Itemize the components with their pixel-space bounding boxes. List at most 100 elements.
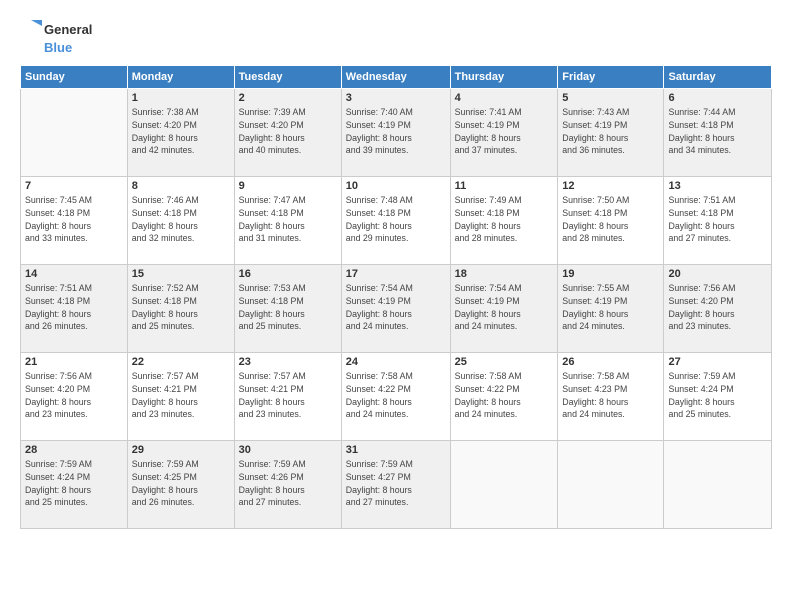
day-info: Sunrise: 7:56 AMSunset: 4:20 PMDaylight:… — [668, 282, 767, 333]
day-number: 16 — [239, 268, 337, 280]
day-number: 20 — [668, 268, 767, 280]
day-info: Sunrise: 7:48 AMSunset: 4:18 PMDaylight:… — [346, 194, 446, 245]
logo-container: General Blue — [20, 18, 92, 55]
day-info: Sunrise: 7:58 AMSunset: 4:23 PMDaylight:… — [562, 370, 659, 421]
day-number: 17 — [346, 268, 446, 280]
day-info: Sunrise: 7:54 AMSunset: 4:19 PMDaylight:… — [455, 282, 554, 333]
day-number: 22 — [132, 356, 230, 368]
day-number: 7 — [25, 180, 123, 192]
day-cell: 10Sunrise: 7:48 AMSunset: 4:18 PMDayligh… — [341, 177, 450, 265]
day-cell: 24Sunrise: 7:58 AMSunset: 4:22 PMDayligh… — [341, 353, 450, 441]
day-number: 14 — [25, 268, 123, 280]
logo-text-general: General — [44, 22, 92, 37]
day-number: 30 — [239, 444, 337, 456]
day-cell: 23Sunrise: 7:57 AMSunset: 4:21 PMDayligh… — [234, 353, 341, 441]
day-info: Sunrise: 7:39 AMSunset: 4:20 PMDaylight:… — [239, 106, 337, 157]
week-row-2: 7 Sunrise: 7:45 AMSunset: 4:18 PMDaylight… — [21, 177, 772, 265]
day-number: 1 — [132, 92, 230, 104]
day-cell: 26 Sunrise: 7:58 AMSunset: 4:23 PMDayligh… — [558, 353, 664, 441]
day-cell: 2 Sunrise: 7:39 AMSunset: 4:20 PMDaylight… — [234, 89, 341, 177]
day-info: Sunrise: 7:53 AMSunset: 4:18 PMDaylight:… — [239, 282, 337, 333]
day-info: Sunrise: 7:59 AMSunset: 4:27 PMDaylight:… — [346, 458, 446, 509]
day-number: 25 — [455, 356, 554, 368]
day-info: Sunrise: 7:51 AMSunset: 4:18 PMDaylight:… — [25, 282, 123, 333]
day-number: 18 — [455, 268, 554, 280]
day-cell: 12 Sunrise: 7:50 AMSunset: 4:18 PMDayligh… — [558, 177, 664, 265]
day-number: 26 — [562, 356, 659, 368]
day-info: Sunrise: 7:38 AMSunset: 4:20 PMDaylight:… — [132, 106, 230, 157]
day-cell: 25Sunrise: 7:58 AMSunset: 4:22 PMDayligh… — [450, 353, 558, 441]
day-cell: 1 Sunrise: 7:38 AMSunset: 4:20 PMDaylight… — [127, 89, 234, 177]
day-cell: 15 Sunrise: 7:52 AMSunset: 4:18 PMDayligh… — [127, 265, 234, 353]
day-cell: 21 Sunrise: 7:56 AMSunset: 4:20 PMDayligh… — [21, 353, 128, 441]
day-number: 6 — [668, 92, 767, 104]
day-info: Sunrise: 7:50 AMSunset: 4:18 PMDaylight:… — [562, 194, 659, 245]
day-cell: 4 Sunrise: 7:41 AMSunset: 4:19 PMDaylight… — [450, 89, 558, 177]
day-info: Sunrise: 7:44 AMSunset: 4:18 PMDaylight:… — [668, 106, 767, 157]
day-info: Sunrise: 7:56 AMSunset: 4:20 PMDaylight:… — [25, 370, 123, 421]
day-info: Sunrise: 7:59 AMSunset: 4:24 PMDaylight:… — [668, 370, 767, 421]
day-cell — [664, 441, 772, 529]
day-number: 27 — [668, 356, 767, 368]
day-cell — [558, 441, 664, 529]
day-number: 19 — [562, 268, 659, 280]
week-row-1: 1 Sunrise: 7:38 AMSunset: 4:20 PMDaylight… — [21, 89, 772, 177]
day-info: Sunrise: 7:51 AMSunset: 4:18 PMDaylight:… — [668, 194, 767, 245]
weekday-header-row: SundayMondayTuesdayWednesdayThursdayFrid… — [21, 66, 772, 89]
day-info: Sunrise: 7:41 AMSunset: 4:19 PMDaylight:… — [455, 106, 554, 157]
logo: General Blue — [20, 18, 92, 55]
day-info: Sunrise: 7:59 AMSunset: 4:26 PMDaylight:… — [239, 458, 337, 509]
day-info: Sunrise: 7:58 AMSunset: 4:22 PMDaylight:… — [346, 370, 446, 421]
weekday-header-friday: Friday — [558, 66, 664, 89]
week-row-4: 21 Sunrise: 7:56 AMSunset: 4:20 PMDayligh… — [21, 353, 772, 441]
day-number: 15 — [132, 268, 230, 280]
day-cell — [21, 89, 128, 177]
day-cell: 11Sunrise: 7:49 AMSunset: 4:18 PMDayligh… — [450, 177, 558, 265]
day-number: 29 — [132, 444, 230, 456]
day-cell: 3 Sunrise: 7:40 AMSunset: 4:19 PMDaylight… — [341, 89, 450, 177]
day-info: Sunrise: 7:59 AMSunset: 4:25 PMDaylight:… — [132, 458, 230, 509]
day-info: Sunrise: 7:45 AMSunset: 4:18 PMDaylight:… — [25, 194, 123, 245]
week-row-3: 14 Sunrise: 7:51 AMSunset: 4:18 PMDayligh… — [21, 265, 772, 353]
week-row-5: 28 Sunrise: 7:59 AMSunset: 4:24 PMDayligh… — [21, 441, 772, 529]
day-number: 21 — [25, 356, 123, 368]
day-cell: 16 Sunrise: 7:53 AMSunset: 4:18 PMDayligh… — [234, 265, 341, 353]
day-number: 5 — [562, 92, 659, 104]
day-number: 11 — [455, 180, 554, 192]
day-cell: 14 Sunrise: 7:51 AMSunset: 4:18 PMDayligh… — [21, 265, 128, 353]
day-info: Sunrise: 7:52 AMSunset: 4:18 PMDaylight:… — [132, 282, 230, 333]
day-info: Sunrise: 7:46 AMSunset: 4:18 PMDaylight:… — [132, 194, 230, 245]
day-number: 31 — [346, 444, 446, 456]
day-cell: 20 Sunrise: 7:56 AMSunset: 4:20 PMDayligh… — [664, 265, 772, 353]
day-number: 13 — [668, 180, 767, 192]
day-cell: 8Sunrise: 7:46 AMSunset: 4:18 PMDaylight… — [127, 177, 234, 265]
day-number: 28 — [25, 444, 123, 456]
day-number: 2 — [239, 92, 337, 104]
weekday-header-thursday: Thursday — [450, 66, 558, 89]
day-cell: 29 Sunrise: 7:59 AMSunset: 4:25 PMDayligh… — [127, 441, 234, 529]
day-info: Sunrise: 7:55 AMSunset: 4:19 PMDaylight:… — [562, 282, 659, 333]
weekday-header-saturday: Saturday — [664, 66, 772, 89]
weekday-header-wednesday: Wednesday — [341, 66, 450, 89]
day-number: 4 — [455, 92, 554, 104]
logo-bird-icon — [20, 18, 42, 40]
day-info: Sunrise: 7:54 AMSunset: 4:19 PMDaylight:… — [346, 282, 446, 333]
day-info: Sunrise: 7:57 AMSunset: 4:21 PMDaylight:… — [132, 370, 230, 421]
day-cell: 31 Sunrise: 7:59 AMSunset: 4:27 PMDayligh… — [341, 441, 450, 529]
day-info: Sunrise: 7:40 AMSunset: 4:19 PMDaylight:… — [346, 106, 446, 157]
day-info: Sunrise: 7:43 AMSunset: 4:19 PMDaylight:… — [562, 106, 659, 157]
day-cell: 13 Sunrise: 7:51 AMSunset: 4:18 PMDayligh… — [664, 177, 772, 265]
day-number: 3 — [346, 92, 446, 104]
day-cell: 22 Sunrise: 7:57 AMSunset: 4:21 PMDayligh… — [127, 353, 234, 441]
weekday-header-monday: Monday — [127, 66, 234, 89]
day-number: 12 — [562, 180, 659, 192]
day-number: 23 — [239, 356, 337, 368]
day-cell: 17 Sunrise: 7:54 AMSunset: 4:19 PMDayligh… — [341, 265, 450, 353]
day-cell: 6 Sunrise: 7:44 AMSunset: 4:18 PMDaylight… — [664, 89, 772, 177]
day-cell: 28 Sunrise: 7:59 AMSunset: 4:24 PMDayligh… — [21, 441, 128, 529]
day-info: Sunrise: 7:47 AMSunset: 4:18 PMDaylight:… — [239, 194, 337, 245]
calendar: SundayMondayTuesdayWednesdayThursdayFrid… — [20, 65, 772, 529]
weekday-header-sunday: Sunday — [21, 66, 128, 89]
day-cell — [450, 441, 558, 529]
day-info: Sunrise: 7:59 AMSunset: 4:24 PMDaylight:… — [25, 458, 123, 509]
